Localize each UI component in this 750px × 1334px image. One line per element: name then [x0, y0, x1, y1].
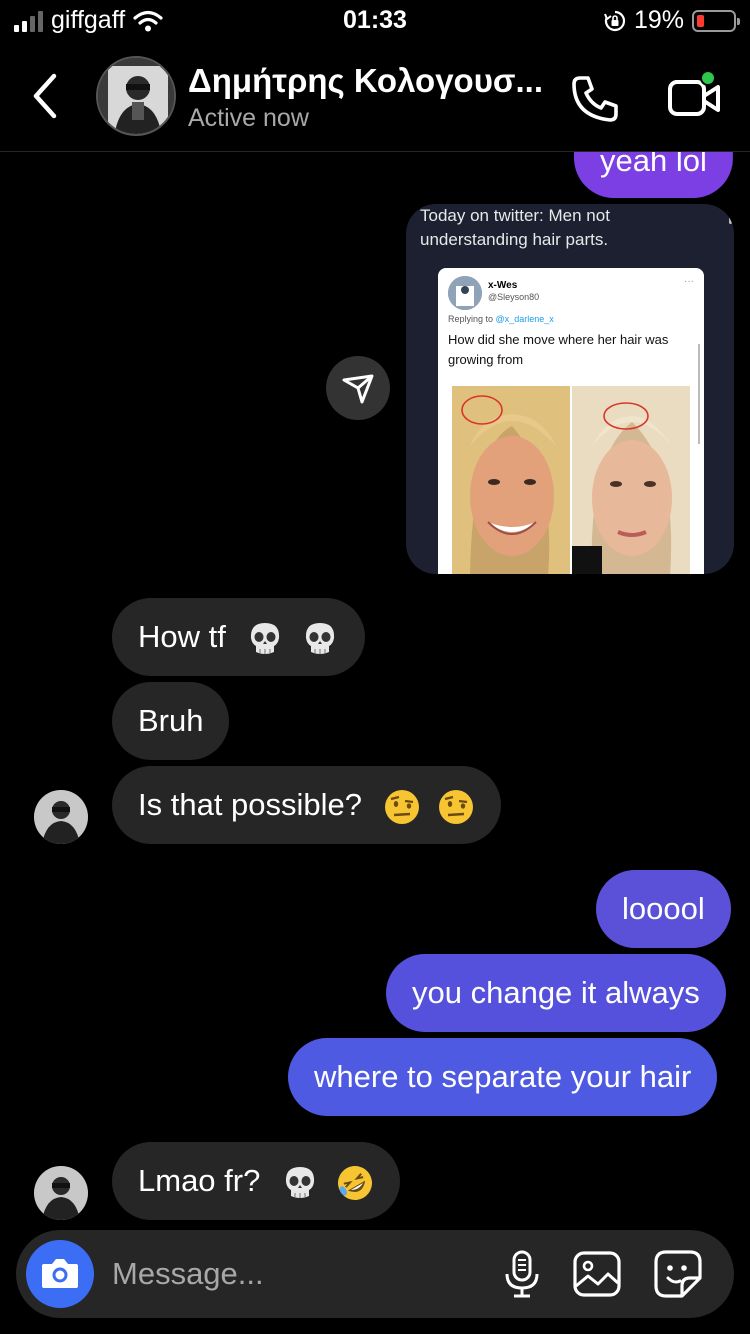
microphone-icon[interactable]: [502, 1248, 542, 1300]
skull-emoji-icon: [251, 622, 280, 654]
online-indicator: [700, 70, 716, 86]
post-caption: Today on twitter: Men not understanding …: [420, 206, 610, 249]
message-text: Bruh: [138, 703, 204, 738]
message-input[interactable]: [112, 1254, 492, 1294]
tweet-photo-right: [572, 386, 690, 574]
sender-avatar[interactable]: [34, 790, 88, 844]
tweet-scrollbar: [698, 344, 700, 444]
chat-header: Δημήτρης Κολογουσ... Active now: [0, 44, 750, 152]
gallery-icon[interactable]: [572, 1250, 622, 1298]
orientation-lock-icon: [604, 10, 626, 31]
raised-eyebrow-emoji-icon: [384, 789, 419, 824]
tweet-replying-prefix: Replying to: [448, 314, 494, 324]
avatar-photo: [98, 58, 174, 134]
message-bubble-outgoing[interactable]: where to separate your hair: [288, 1038, 718, 1116]
message-bubble-incoming[interactable]: Is that possible?: [112, 766, 502, 844]
tweet-photo-left: [452, 386, 570, 574]
rolling-laughing-emoji-icon: [337, 1165, 372, 1200]
message-composer: [16, 1230, 734, 1318]
tweet-author-handle: @Sleyson80: [488, 292, 540, 302]
post-scrollbar: [729, 206, 732, 224]
sender-avatar[interactable]: [34, 1166, 88, 1220]
camera-button[interactable]: [26, 1240, 94, 1308]
back-arrow-icon[interactable]: [22, 70, 70, 122]
tweet-replying-line: Replying to @x_darlene_x: [448, 314, 554, 324]
battery-percent: 19%: [633, 6, 684, 34]
status-bar: giffgaff 01:33 19%: [0, 0, 750, 44]
message-bubble-incoming[interactable]: Lmao fr?: [112, 1142, 400, 1220]
tweet-more-icon: ···: [684, 276, 694, 287]
message-text: looool: [622, 891, 705, 926]
phone-call-icon[interactable]: [568, 72, 622, 126]
presence-status: Active now: [188, 104, 309, 132]
message-bubble-outgoing[interactable]: looool: [596, 870, 731, 948]
send-arrow-icon: [342, 374, 374, 404]
message-text: you change it always: [412, 975, 700, 1010]
sticker-icon[interactable]: [652, 1248, 704, 1300]
message-bubble-incoming[interactable]: How tf: [112, 598, 366, 676]
message-bubble-outgoing[interactable]: you change it always: [386, 954, 726, 1032]
skull-emoji-icon: [285, 1166, 315, 1198]
tweet-author-avatar: [448, 276, 482, 310]
tweet-screenshot: x-Wes @Sleyson80 ··· Replying to @x_darl…: [438, 268, 704, 574]
message-text: Is that possible?: [138, 787, 363, 822]
battery-level: [697, 14, 704, 27]
message-text: where to separate your hair: [314, 1059, 692, 1094]
tweet-replying-to: @x_darlene_x: [495, 314, 554, 324]
contact-name[interactable]: Δημήτρης Κολογουσ...: [188, 62, 548, 100]
contact-avatar[interactable]: [96, 56, 176, 136]
skull-emoji-icon: [306, 622, 335, 654]
shared-post[interactable]: Today on twitter: Men not understanding …: [406, 204, 734, 574]
battery-icon: [692, 9, 740, 32]
message-text: How tf: [138, 619, 226, 654]
camera-icon: [42, 1259, 78, 1288]
tweet-author-name: x-Wes: [488, 280, 518, 291]
message-bubble-incoming[interactable]: Bruh: [112, 682, 230, 760]
share-button[interactable]: [326, 356, 390, 420]
tweet-text: How did she move where her hair was grow…: [448, 332, 669, 367]
message-text: Lmao fr?: [138, 1163, 261, 1198]
raised-eyebrow-emoji-icon: [439, 789, 474, 824]
